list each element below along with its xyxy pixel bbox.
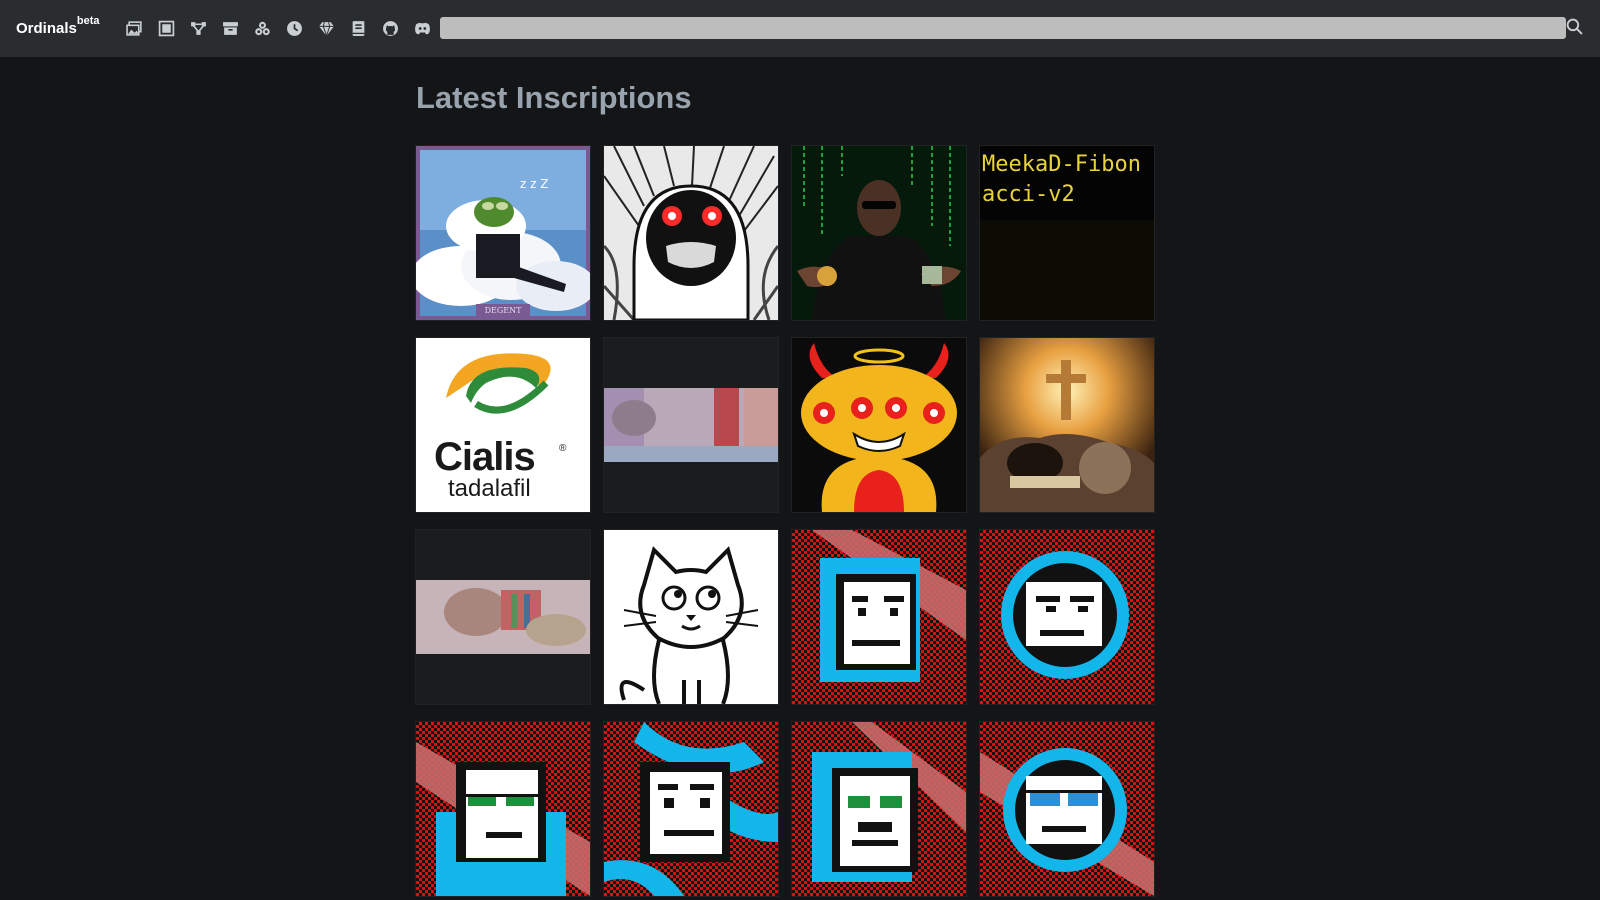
page-title: Latest Inscriptions xyxy=(416,80,692,115)
painting-strip-image xyxy=(604,338,778,512)
search-button[interactable] xyxy=(1566,18,1588,40)
inscription-thumbnail[interactable] xyxy=(791,337,967,513)
block-icon[interactable] xyxy=(150,17,182,39)
pixel-face-image xyxy=(792,530,966,704)
inscription-thumbnail[interactable]: z z Z DEGENT xyxy=(415,145,591,321)
inscription-thumbnail[interactable] xyxy=(415,721,591,897)
nav-icons xyxy=(118,17,438,39)
search-input[interactable] xyxy=(440,17,1566,39)
painting-strip-image xyxy=(416,530,590,704)
discord-icon[interactable] xyxy=(406,17,438,39)
inscription-thumbnail[interactable]: MeekaD-Fibonacci-v2 xyxy=(979,145,1155,321)
clock-icon[interactable] xyxy=(278,17,310,39)
pepe-on-cloud-image: z z Z DEGENT xyxy=(416,146,590,320)
cross-sunrise-image xyxy=(980,338,1154,512)
inscription-thumbnail[interactable]: Cialis ® tadalafil xyxy=(415,337,591,513)
inscription-thumbnail[interactable] xyxy=(791,145,967,321)
text-inscription: MeekaD-Fibonacci-v2 xyxy=(980,146,1154,220)
inscription-thumbnail[interactable] xyxy=(603,145,779,321)
horned-monster-image xyxy=(792,338,966,512)
search-icon xyxy=(1566,18,1583,35)
matrix-bitcoin-offer-image xyxy=(792,146,966,320)
rare-sats-icon[interactable] xyxy=(310,17,342,39)
github-icon[interactable] xyxy=(374,17,406,39)
inscription-thumbnail[interactable] xyxy=(603,337,779,513)
inscription-thumbnail[interactable] xyxy=(415,529,591,705)
book-icon[interactable] xyxy=(342,17,374,39)
inscription-thumbnail[interactable] xyxy=(603,721,779,897)
brand-link[interactable]: Ordinalsbeta xyxy=(16,15,100,37)
pixel-face-image xyxy=(980,530,1154,704)
screaming-tree-creature-image xyxy=(604,146,778,320)
gallery-icon[interactable] xyxy=(118,17,150,39)
cialis-brand: Cialis xyxy=(434,435,535,479)
pepe-caption: DEGENT xyxy=(485,306,522,315)
navbar: Ordinalsbeta xyxy=(0,0,1600,57)
brand-name: Ordinals xyxy=(16,20,77,37)
pixel-face-image xyxy=(980,722,1154,896)
inscription-thumbnail[interactable] xyxy=(791,529,967,705)
pixel-face-image xyxy=(792,722,966,896)
cialis-registered: ® xyxy=(559,443,567,454)
cialis-logo-image: Cialis ® tadalafil xyxy=(416,338,590,512)
svg-text:z z Z: z z Z xyxy=(520,177,548,191)
cialis-sub: tadalafil xyxy=(448,475,531,502)
text-inscription-background xyxy=(980,220,1154,320)
inscription-thumbnail[interactable] xyxy=(979,529,1155,705)
collections-icon[interactable] xyxy=(246,17,278,39)
inscription-thumbnail[interactable] xyxy=(979,721,1155,897)
inscription-thumbnail[interactable] xyxy=(603,529,779,705)
archive-icon[interactable] xyxy=(214,17,246,39)
pixel-face-image xyxy=(604,722,778,896)
brand-beta: beta xyxy=(76,15,100,27)
rune-icon[interactable] xyxy=(182,17,214,39)
cartoon-cat-image xyxy=(604,530,778,704)
inscription-thumbnail[interactable] xyxy=(979,337,1155,513)
inscription-thumbnail[interactable] xyxy=(791,721,967,897)
pixel-face-image xyxy=(416,722,590,896)
